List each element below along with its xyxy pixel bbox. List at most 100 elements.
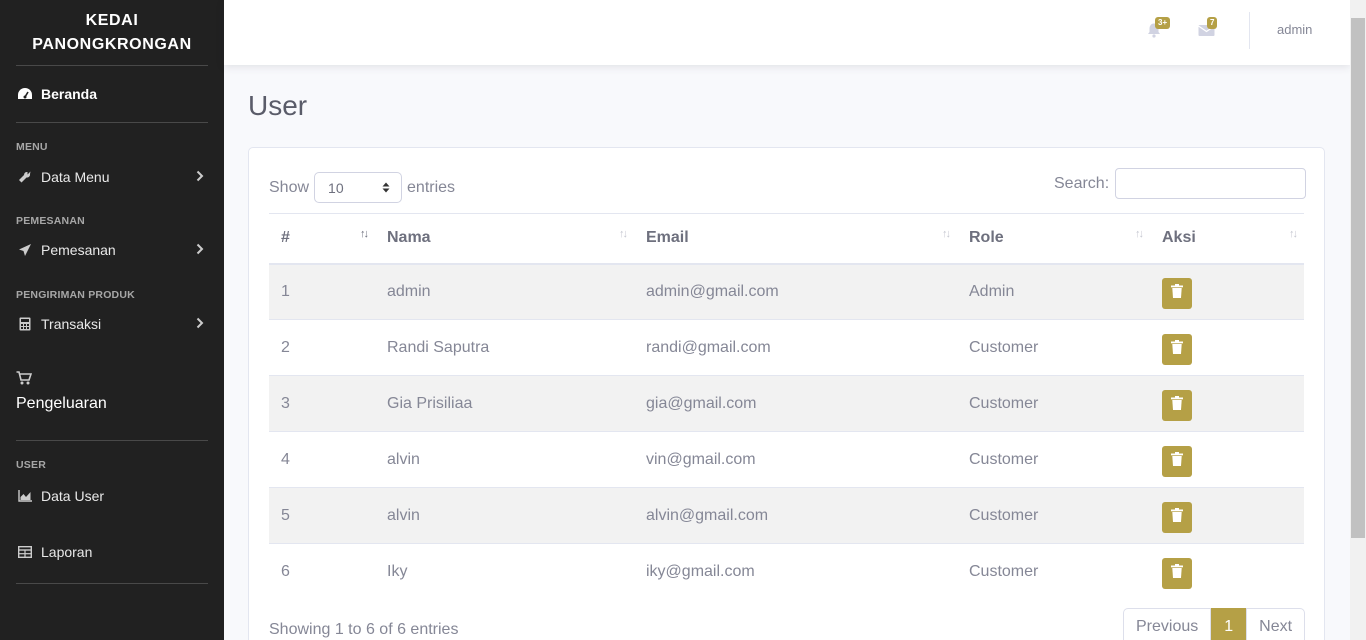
column-header-role[interactable]: Role ↑↓: [957, 213, 1150, 265]
cell-aksi: [1150, 543, 1304, 600]
paper-plane-icon: [16, 243, 34, 257]
alerts-badge: 3+: [1155, 17, 1171, 29]
page-title: User: [248, 90, 308, 121]
cell-no: 3: [269, 375, 375, 432]
user-table: # ↑↓ Nama ↑↓ Email ↑↓ Role ↑↓ Aksi ↑↓ 1: [269, 213, 1304, 600]
cell-aksi: [1150, 319, 1304, 376]
sidebar-item-transaksi[interactable]: Transaksi: [0, 301, 224, 347]
sort-icon: ↑↓: [942, 228, 951, 240]
sidebar-heading-menu: MENU: [16, 141, 48, 153]
delete-button[interactable]: [1162, 278, 1192, 310]
sort-arrows-icon: [382, 180, 390, 196]
cell-nama: Iky: [375, 543, 634, 600]
sidebar-item-beranda[interactable]: Beranda: [0, 66, 224, 122]
delete-button[interactable]: [1162, 390, 1192, 421]
trash-icon: [1171, 508, 1183, 527]
delete-button[interactable]: [1162, 502, 1192, 533]
delete-button[interactable]: [1162, 446, 1192, 477]
cell-nama: admin: [375, 263, 634, 320]
pagination-next[interactable]: Next: [1246, 608, 1306, 640]
messages-badge: 7: [1207, 17, 1218, 29]
table-row: 1 admin admin@gmail.com Admin: [269, 263, 1304, 320]
pagination: Previous 1 Next: [1123, 608, 1306, 640]
cell-nama: alvin: [375, 487, 634, 544]
sidebar-item-laporan[interactable]: Laporan: [0, 521, 224, 583]
sort-icon: ↑↓: [1289, 228, 1298, 240]
pagination-page-1[interactable]: 1: [1211, 608, 1247, 640]
table-icon: [16, 545, 34, 559]
cell-aksi: [1150, 375, 1304, 432]
column-header-nama[interactable]: Nama ↑↓: [375, 213, 634, 265]
cell-role: Customer: [957, 487, 1150, 544]
sidebar-item-data-menu[interactable]: Data Menu: [0, 153, 224, 201]
cell-no: 2: [269, 319, 375, 376]
sidebar: KEDAI PANONGKRONGAN Beranda MENU Data Me…: [0, 0, 224, 640]
entries-label: entries: [407, 178, 456, 196]
table-row: 4 alvin vin@gmail.com Customer: [269, 431, 1304, 488]
topbar-divider: [1249, 12, 1250, 49]
cell-nama: alvin: [375, 431, 634, 488]
trash-icon: [1171, 564, 1183, 583]
sort-icon: ↑↓: [1135, 228, 1144, 240]
calculator-icon: [16, 317, 34, 331]
table-row: 6 Iky iky@gmail.com Customer: [269, 543, 1304, 600]
sidebar-heading-pemesanan: PEMESANAN: [16, 215, 85, 227]
brand-logo[interactable]: KEDAI PANONGKRONGAN: [0, 0, 224, 65]
cell-email: iky@gmail.com: [634, 543, 957, 600]
cell-role: Admin: [957, 263, 1150, 320]
table-row: 2 Randi Saputra randi@gmail.com Customer: [269, 319, 1304, 376]
cell-aksi: [1150, 487, 1304, 544]
sidebar-item-label: Pengeluaran: [16, 395, 107, 412]
sort-icon: ↑↓: [619, 228, 628, 240]
brand-line-1: KEDAI: [85, 11, 139, 29]
pagination-previous[interactable]: Previous: [1123, 608, 1212, 640]
sidebar-item-label: Pemesanan: [41, 242, 116, 258]
delete-button[interactable]: [1162, 558, 1192, 590]
cell-email: randi@gmail.com: [634, 319, 957, 376]
page-length-control: Show 10 entries: [269, 172, 455, 203]
show-label: Show: [269, 178, 310, 196]
cell-aksi: [1150, 263, 1304, 320]
search-label: Search:: [1054, 174, 1110, 192]
trash-icon: [1171, 396, 1183, 415]
sidebar-item-label: Beranda: [41, 86, 98, 102]
sidebar-heading-pengiriman: PENGIRIMAN PRODUK: [16, 289, 135, 301]
user-dropdown[interactable]: admin: [1277, 22, 1312, 37]
cell-no: 4: [269, 431, 375, 488]
page-length-value: 10: [328, 179, 344, 196]
column-header-aksi[interactable]: Aksi ↑↓: [1150, 213, 1304, 265]
cell-role: Customer: [957, 375, 1150, 432]
topbar: 3+ 7 admin: [224, 0, 1350, 65]
cell-nama: Gia Prisiliaa: [375, 375, 634, 432]
messages-dropdown[interactable]: 7: [1198, 17, 1218, 40]
table-info: Showing 1 to 6 of 6 entries: [269, 621, 459, 638]
brand-line-2: PANONGKRONGAN: [32, 35, 192, 53]
chart-area-icon: [16, 489, 34, 503]
sidebar-item-label: Data User: [41, 488, 105, 504]
table-row: 3 Gia Prisiliaa gia@gmail.com Customer: [269, 375, 1304, 432]
table-header-row: # ↑↓ Nama ↑↓ Email ↑↓ Role ↑↓ Aksi ↑↓: [269, 213, 1304, 265]
cell-role: Customer: [957, 543, 1150, 600]
scrollbar-thumb[interactable]: [1351, 18, 1365, 538]
cart-icon: [16, 371, 208, 390]
alerts-dropdown[interactable]: 3+: [1146, 17, 1171, 40]
cell-email: admin@gmail.com: [634, 263, 957, 320]
cell-email: vin@gmail.com: [634, 431, 957, 488]
search-input[interactable]: [1115, 168, 1307, 199]
delete-button[interactable]: [1162, 334, 1192, 365]
sidebar-item-data-user[interactable]: Data User: [0, 471, 224, 521]
trash-icon: [1171, 284, 1183, 303]
column-header-email[interactable]: Email ↑↓: [634, 213, 957, 265]
sidebar-item-label: Transaksi: [41, 316, 102, 332]
sidebar-item-label: Data Menu: [41, 169, 110, 185]
table-row: 5 alvin alvin@gmail.com Customer: [269, 487, 1304, 544]
sidebar-item-label: Laporan: [41, 544, 93, 560]
cell-no: 5: [269, 487, 375, 544]
page-length-select[interactable]: 10: [314, 172, 403, 203]
sidebar-heading-user: USER: [16, 459, 46, 471]
column-header-no[interactable]: # ↑↓: [269, 213, 375, 265]
cell-no: 6: [269, 543, 375, 600]
trash-icon: [1171, 340, 1183, 359]
sidebar-item-pemesanan[interactable]: Pemesanan: [0, 227, 224, 273]
sidebar-item-pengeluaran[interactable]: Pengeluaran: [0, 347, 224, 440]
